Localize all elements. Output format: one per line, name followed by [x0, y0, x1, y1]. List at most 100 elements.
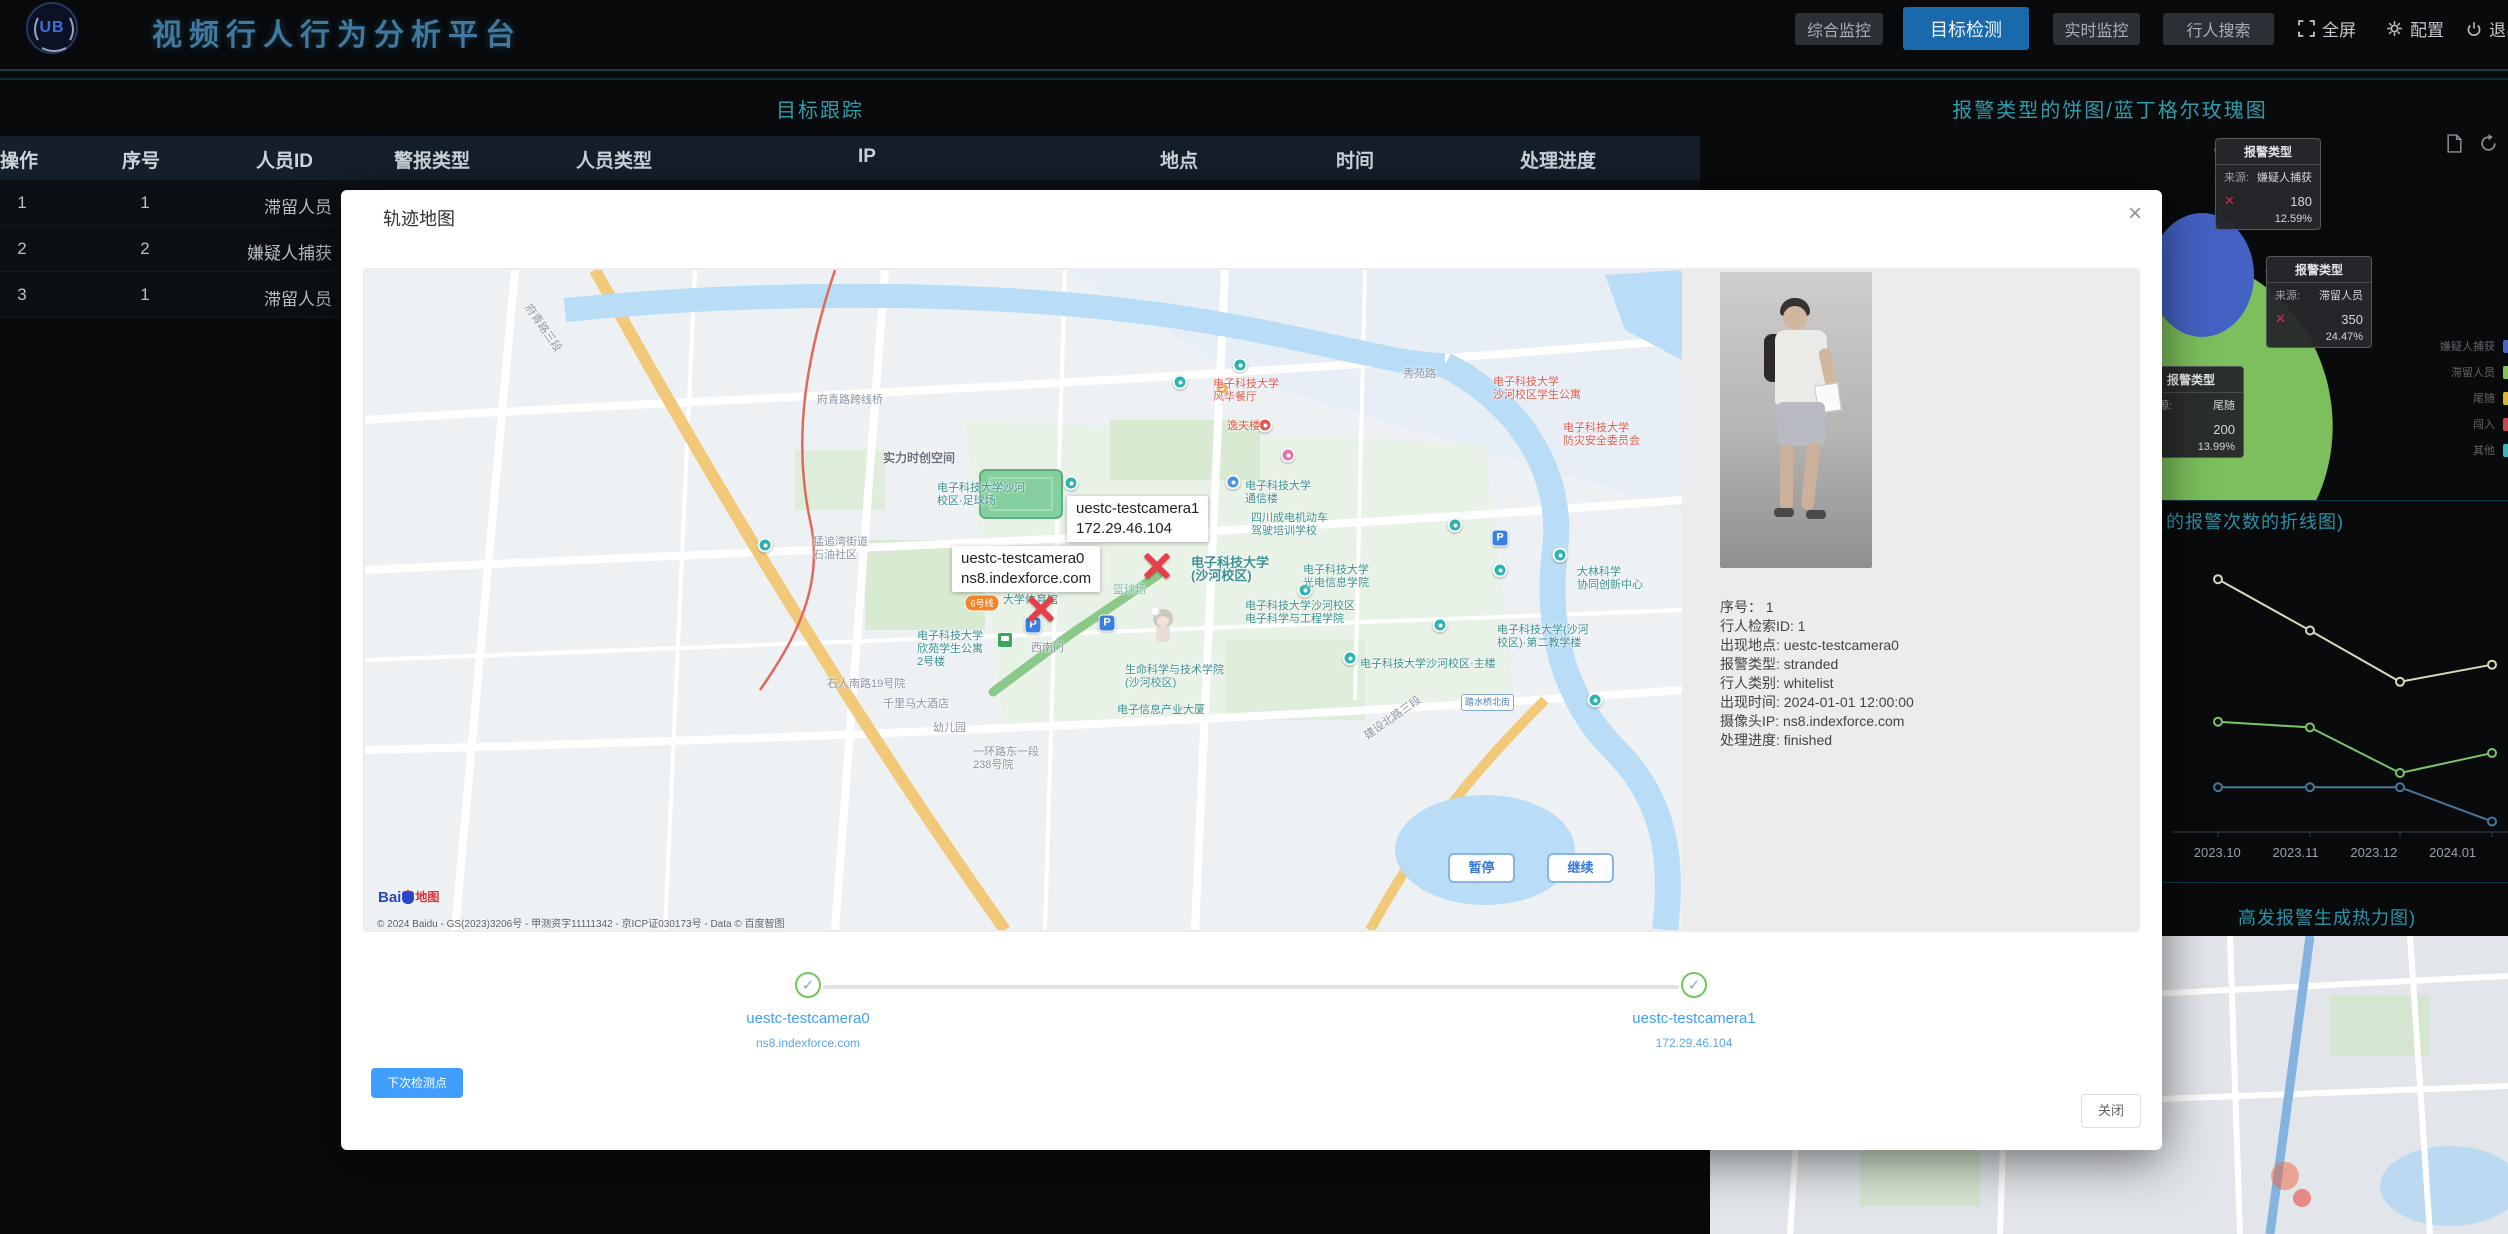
detail-line: 处理进度: finished	[1720, 731, 2120, 750]
map-label: 电子科技大学 防灾安全委员会	[1563, 422, 1640, 448]
legend-label: 尾随	[2473, 390, 2495, 406]
person-photo[interactable]	[1720, 272, 1872, 568]
map-label: 石人南路19号院	[827, 678, 905, 691]
app-title: 视频行人行为分析平台	[152, 10, 522, 54]
tooltip-source: 滞留人员	[2319, 287, 2363, 303]
legend-label: 闯入	[2473, 416, 2495, 432]
parking-icon[interactable]: P	[1492, 530, 1509, 547]
data-point[interactable]	[2306, 627, 2314, 635]
app-root: UB 视频行人行为分析平台 综合监控 目标检测 实时监控 行人搜索 全屏 配置 …	[0, 0, 2508, 1234]
map-attribution: © 2024 Baidu - GS(2023)3206号 - 甲测资字11111…	[377, 915, 785, 930]
timeline-camera-name[interactable]: uestc-testcamera1	[1584, 1010, 1804, 1027]
poi-icon[interactable]	[1588, 693, 1603, 708]
chart-legend: 嫌疑人捕获 滞留人员 尾随 闯入 其他	[2412, 338, 2508, 468]
refresh-icon[interactable]	[2479, 134, 2498, 153]
poi-icon[interactable]	[1226, 475, 1241, 490]
map-label: 西南门	[1031, 642, 1064, 655]
map-label: 电子科技大学 (沙河校区)	[1191, 556, 1269, 582]
camera-addr: ns8.indexforce.com	[961, 569, 1091, 589]
x-tick-label: 2023.10	[2194, 845, 2241, 860]
trajectory-map[interactable]: 府青路三段府青路跨线桥实力时创空间电子科技大学沙河 校区·足球场电子科技大学 风…	[365, 270, 1682, 930]
poi-icon[interactable]	[1343, 651, 1358, 666]
data-point[interactable]	[2214, 783, 2222, 791]
legend-swatch	[2503, 418, 2508, 431]
legend-item[interactable]: 滞留人员	[2412, 364, 2508, 380]
modal-title: 轨迹地图	[383, 205, 455, 231]
timeline-node[interactable]: ✓ uestc-testcamera1 172.29.46.104	[1584, 972, 1804, 1050]
tooltip-source: 尾随	[2213, 397, 2235, 413]
continue-button[interactable]: 继续	[1547, 853, 1614, 883]
data-point[interactable]	[2488, 749, 2496, 757]
camera-name: uestc-testcamera0	[961, 549, 1091, 569]
map-label: 电子科技大学沙河校区 电子科学与工程学院	[1245, 600, 1355, 626]
baidu-paw-icon	[402, 892, 414, 904]
poi-icon[interactable]	[758, 538, 773, 553]
data-point[interactable]	[2488, 661, 2496, 669]
bus-stop-icon[interactable]	[997, 632, 1013, 648]
legend-label: 嫌疑人捕获	[2440, 338, 2495, 354]
legend-item[interactable]: 嫌疑人捕获	[2412, 338, 2508, 354]
poi-icon[interactable]	[1233, 358, 1248, 373]
line-chart[interactable]	[2162, 520, 2508, 840]
map-label: 电子科技大学沙河 校区·足球场	[937, 482, 1025, 508]
poi-icon[interactable]	[1173, 375, 1188, 390]
poi-icon[interactable]	[1448, 518, 1463, 533]
timeline-node[interactable]: ✓ uestc-testcamera0 ns8.indexforce.com	[698, 972, 918, 1050]
poi-icon[interactable]	[1281, 448, 1296, 463]
data-point[interactable]	[2396, 678, 2404, 686]
detail-line: 行人检索ID: 1	[1720, 617, 2120, 636]
poi-icon[interactable]	[1064, 476, 1079, 491]
map-label: 千里马大酒店	[883, 698, 949, 711]
tooltip-percent: 13.99%	[2198, 441, 2235, 453]
x-mark-icon: ✕	[2275, 311, 2286, 327]
parking-icon[interactable]: P	[1099, 615, 1116, 632]
config-label: 配置	[2410, 16, 2444, 41]
legend-item[interactable]: 其他	[2412, 442, 2508, 458]
config-button[interactable]: 配置	[2386, 16, 2444, 41]
camera-x-marker[interactable]	[1141, 550, 1173, 582]
line-chart-x-axis: 2023.102023.112023.122024.01	[2162, 845, 2508, 860]
legend-item[interactable]: 尾随	[2412, 390, 2508, 406]
table-header-cell: 警报类型	[394, 146, 470, 173]
x-tick-label: 2023.12	[2350, 845, 2397, 860]
table-header-cell: 时间	[1336, 146, 1374, 173]
tooltip-source-label: 来源:	[2224, 169, 2249, 185]
close-icon[interactable]: ×	[2119, 198, 2151, 230]
x-mark-icon: ✕	[2224, 193, 2235, 209]
data-point[interactable]	[2306, 723, 2314, 731]
poi-icon[interactable]	[1553, 548, 1568, 563]
nav-button-detect[interactable]: 目标检测	[1903, 7, 2029, 50]
logout-button[interactable]: 退出	[2466, 16, 2508, 41]
timeline-camera-addr: 172.29.46.104	[1584, 1036, 1804, 1050]
character-sprite	[1149, 609, 1177, 645]
save-image-icon[interactable]	[2446, 134, 2463, 153]
data-point[interactable]	[2396, 783, 2404, 791]
camera-tooltip: uestc-testcamera1 172.29.46.104	[1067, 496, 1208, 542]
nav-button-search[interactable]: 行人搜索	[2163, 13, 2274, 45]
data-point[interactable]	[2488, 817, 2496, 825]
map-label: 电子信息产业大厦	[1117, 704, 1205, 717]
nav-button-monitor[interactable]: 综合监控	[1795, 13, 1883, 45]
tooltip-percent: 24.47%	[2326, 331, 2363, 343]
legend-item[interactable]: 闯入	[2412, 416, 2508, 432]
divider	[0, 69, 2508, 71]
poi-icon[interactable]	[1493, 563, 1508, 578]
data-point[interactable]	[2214, 575, 2222, 583]
fullscreen-button[interactable]: 全屏	[2298, 16, 2356, 41]
map-label: 电子科技大学 光电信息学院	[1303, 564, 1369, 590]
divider	[0, 78, 2508, 80]
poi-icon[interactable]	[1433, 618, 1448, 633]
nav-button-realtime[interactable]: 实时监控	[2053, 13, 2140, 45]
cell-alarm-type: 滞留人员	[180, 285, 332, 310]
data-point[interactable]	[2306, 783, 2314, 791]
tooltip-title: 报警类型	[2267, 257, 2371, 283]
next-checkpoint-button[interactable]: 下次检测点	[371, 1068, 463, 1098]
pause-button[interactable]: 暂停	[1448, 853, 1515, 883]
timeline-camera-name[interactable]: uestc-testcamera0	[698, 1010, 918, 1027]
close-button[interactable]: 关闭	[2081, 1094, 2141, 1128]
gear-icon	[2386, 20, 2403, 37]
data-point[interactable]	[2396, 769, 2404, 777]
data-point[interactable]	[2214, 718, 2222, 726]
camera-x-marker[interactable]	[1025, 593, 1057, 625]
heatmap-title: 高发报警生成热力图)	[2238, 904, 2416, 930]
